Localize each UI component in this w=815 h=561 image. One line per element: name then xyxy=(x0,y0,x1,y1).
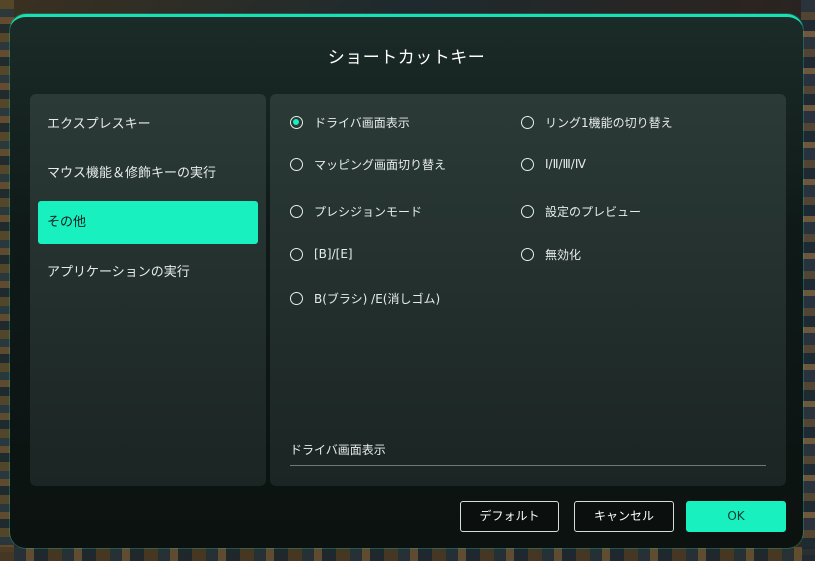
ok-button[interactable]: OK xyxy=(686,501,786,532)
option-brush-eraser[interactable]: B(ブラシ) /E(消しゴム) xyxy=(290,287,440,309)
radio-checked-icon[interactable] xyxy=(290,115,303,129)
option-mapping-switch[interactable]: マッピング画面切り替え xyxy=(290,153,446,175)
radio-icon[interactable] xyxy=(290,291,303,305)
option-settings-preview[interactable]: 設定のプレビュー xyxy=(521,200,641,222)
option-label: [B]/[E] xyxy=(314,247,353,261)
option-label: 無効化 xyxy=(545,247,582,262)
option-label: 設定のプレビュー xyxy=(545,204,642,219)
default-button[interactable]: デフォルト xyxy=(460,501,559,532)
sidebar-item-other[interactable]: その他 xyxy=(38,201,258,244)
option-driver-screen[interactable]: ドライバ画面表示 xyxy=(290,111,410,133)
option-label: リング1機能の切り替え xyxy=(545,115,673,130)
radio-icon[interactable] xyxy=(521,204,534,218)
radio-icon[interactable] xyxy=(290,247,303,261)
selected-shortcut-field[interactable]: ドライバ画面表示 xyxy=(290,440,766,466)
option-precision-mode[interactable]: プレシジョンモード xyxy=(290,200,422,222)
option-ring-function-switch[interactable]: リング1機能の切り替え xyxy=(521,111,673,133)
option-b-e[interactable]: [B]/[E] xyxy=(290,243,353,265)
option-roman-numerals[interactable]: Ⅰ/Ⅱ/Ⅲ/Ⅳ xyxy=(521,153,586,175)
option-label: B(ブラシ) /E(消しゴム) xyxy=(314,291,441,306)
sidebar-item-express-keys[interactable]: エクスプレスキー xyxy=(38,103,258,146)
option-disable[interactable]: 無効化 xyxy=(521,243,581,265)
background-cityscape-bottom xyxy=(0,547,815,561)
radio-icon[interactable] xyxy=(521,247,534,261)
option-label: ドライバ画面表示 xyxy=(314,115,410,130)
option-label: プレシジョンモード xyxy=(314,204,423,219)
radio-icon[interactable] xyxy=(290,157,303,171)
category-sidebar: エクスプレスキー マウス機能＆修飾キーの実行 その他 アプリケーションの実行 xyxy=(30,94,266,486)
radio-icon[interactable] xyxy=(521,157,534,171)
sidebar-item-run-application[interactable]: アプリケーションの実行 xyxy=(38,251,258,294)
sidebar-item-mouse-modifier[interactable]: マウス機能＆修飾キーの実行 xyxy=(38,152,258,195)
cancel-button[interactable]: キャンセル xyxy=(574,501,674,532)
radio-icon[interactable] xyxy=(290,204,303,218)
option-label: Ⅰ/Ⅱ/Ⅲ/Ⅳ xyxy=(545,157,586,171)
dialog-title: ショートカットキー xyxy=(327,48,486,68)
options-panel: ドライバ画面表示 マッピング画面切り替え プレシジョンモード [B]/[E] B… xyxy=(270,94,786,486)
radio-icon[interactable] xyxy=(521,115,534,129)
option-label: マッピング画面切り替え xyxy=(314,157,447,172)
shortcut-key-dialog: ショートカットキー エクスプレスキー マウス機能＆修飾キーの実行 その他 アプリ… xyxy=(10,14,803,548)
background-cityscape-right xyxy=(801,0,815,561)
